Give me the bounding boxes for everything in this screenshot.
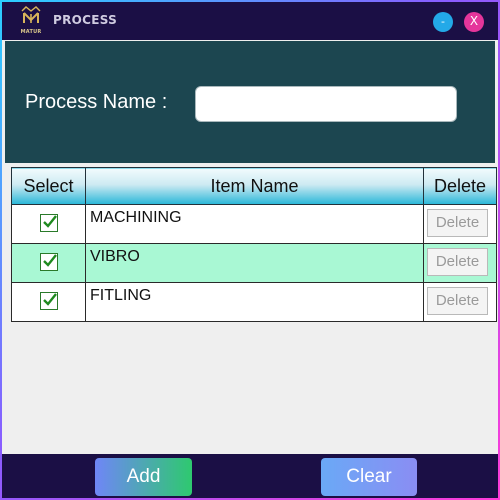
item-name: FITLING [90, 287, 152, 304]
table-header-row: Select Item Name Delete [11, 167, 497, 205]
select-cell[interactable] [11, 282, 86, 322]
process-name-label: Process Name : [25, 91, 168, 113]
table-row[interactable]: VIBRO Delete [11, 243, 497, 283]
checkbox-checked-icon [42, 254, 57, 267]
delete-button[interactable]: Delete [427, 248, 488, 276]
minimize-button[interactable]: - [433, 12, 453, 32]
item-name-cell[interactable]: FITLING [85, 282, 424, 322]
clear-button[interactable]: Clear [321, 458, 417, 496]
item-name-cell[interactable]: MACHINING [85, 204, 424, 244]
delete-button[interactable]: Delete [427, 209, 488, 237]
select-checkbox[interactable] [39, 214, 58, 232]
process-name-input[interactable] [195, 86, 457, 122]
app-logo: MATUR [18, 5, 44, 38]
process-window: MATUR PROCESS - X Process Name : Select … [2, 2, 498, 498]
window-title: PROCESS [53, 13, 118, 27]
select-checkbox[interactable] [39, 292, 58, 310]
item-name: MACHINING [90, 209, 182, 226]
table-row[interactable]: FITLING Delete [11, 282, 497, 322]
items-grid: Select Item Name Delete MACHINING Delete… [11, 167, 497, 324]
logo-text: MATUR [20, 29, 42, 35]
delete-button[interactable]: Delete [427, 287, 488, 315]
item-name-cell[interactable]: VIBRO [85, 243, 424, 283]
column-header-item-name[interactable]: Item Name [85, 167, 424, 205]
item-name: VIBRO [90, 248, 140, 265]
title-bar: MATUR PROCESS - X [2, 2, 498, 40]
column-header-delete[interactable]: Delete [423, 167, 497, 205]
add-button[interactable]: Add [95, 458, 192, 496]
checkbox-checked-icon [42, 215, 57, 228]
checkbox-checked-icon [42, 293, 57, 306]
delete-cell: Delete [423, 243, 497, 283]
table-row[interactable]: MACHINING Delete [11, 204, 497, 244]
delete-cell: Delete [423, 204, 497, 244]
delete-cell: Delete [423, 282, 497, 322]
matur-crown-logo-icon [21, 6, 41, 23]
select-cell[interactable] [11, 204, 86, 244]
select-checkbox[interactable] [39, 253, 58, 271]
process-header-panel: Process Name : [5, 41, 495, 163]
close-button[interactable]: X [464, 12, 484, 32]
items-table: Select Item Name Delete MACHINING Delete… [11, 167, 497, 322]
footer-bar: Add Clear [2, 454, 498, 498]
column-header-select[interactable]: Select [11, 167, 86, 205]
select-cell[interactable] [11, 243, 86, 283]
